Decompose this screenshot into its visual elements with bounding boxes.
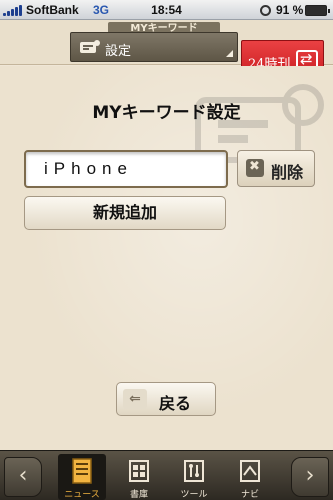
tab-library-label: 書庫 [129,490,148,500]
library-icon [129,460,149,482]
battery-icon [305,5,330,16]
app-header: MYキーワード 設定 24時刊 [0,20,333,83]
bottom-tab-bar: ‹ ニュース 書庫 ツール ナビ › [0,450,333,500]
main-content: MYキーワード設定 削除 新規追加 ⇐ 戻る [0,66,333,450]
back-arrow-icon: ⇐ [123,389,147,409]
navi-icon [240,460,260,482]
orientation-lock-icon [260,5,271,16]
corner-mark-icon [226,50,233,57]
add-new-button[interactable]: 新規追加 [24,196,226,230]
tab-tools[interactable]: ツール [170,454,218,500]
keyword-input[interactable] [24,150,228,188]
scroll-left-button[interactable]: ‹ [4,457,42,497]
tab-navi-label: ナビ [240,490,259,500]
tab-news[interactable]: ニュース [58,454,106,500]
tab-tools-label: ツール [180,490,208,500]
delete-label: 削除 [271,163,304,182]
page-title: MYキーワード設定 [92,103,241,123]
tab-library[interactable]: 書庫 [115,454,163,500]
tab-news-label: ニュース [64,490,100,500]
news-icon [72,458,92,484]
scroll-right-button[interactable]: › [291,457,329,497]
delete-x-icon [246,159,264,177]
settings-card-icon [80,40,100,53]
settings-label: 設定 [105,44,132,59]
back-label: 戻る [159,394,192,413]
tools-icon [184,460,204,482]
settings-button[interactable]: 設定 [70,32,238,62]
back-button[interactable]: ⇐ 戻る [116,382,216,416]
status-bar: SoftBank 3G 18:54 91 % [0,0,333,20]
delete-button[interactable]: 削除 [237,150,315,187]
battery-percent: 91 % [276,3,304,17]
tab-navi[interactable]: ナビ [226,454,274,500]
